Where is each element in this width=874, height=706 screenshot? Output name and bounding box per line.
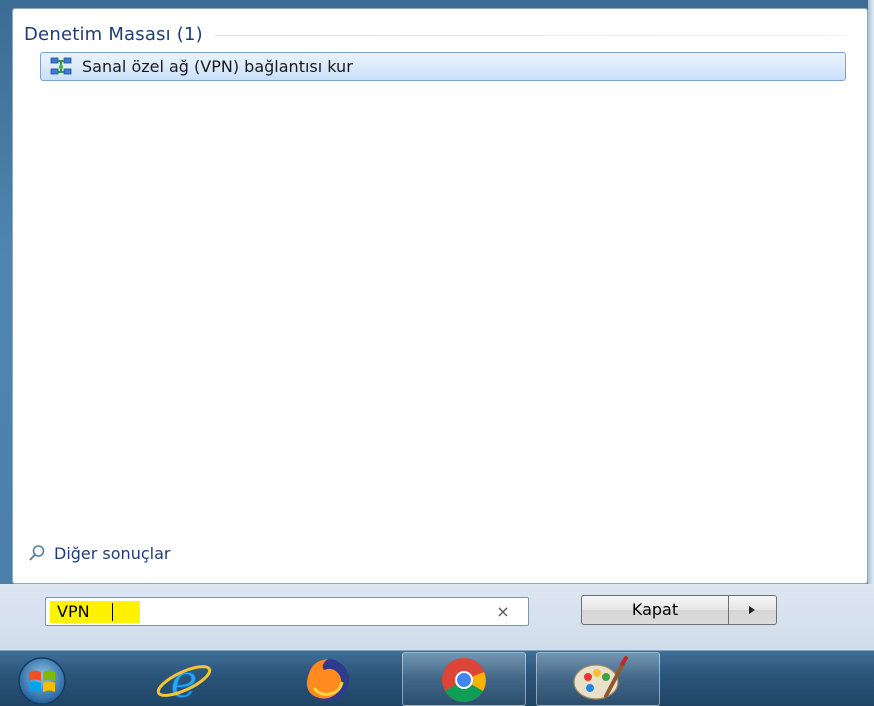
svg-text:e: e — [170, 654, 197, 706]
search-icon — [29, 545, 45, 561]
search-input-value: VPN — [57, 602, 90, 621]
group-title: Denetim Masası (1) — [24, 23, 203, 45]
paint-icon[interactable] — [566, 652, 630, 706]
chrome-icon[interactable] — [432, 652, 496, 706]
group-divider — [214, 35, 846, 36]
search-input[interactable]: VPN × — [45, 597, 529, 626]
network-connection-icon — [50, 57, 72, 74]
windows-orb-icon[interactable] — [10, 652, 74, 706]
clear-search-icon[interactable]: × — [494, 602, 512, 622]
more-results-link[interactable]: Diğer sonuçlar — [28, 542, 170, 564]
internet-explorer-icon[interactable]: e — [152, 652, 216, 706]
screen: Denetim Masası (1) Sanal özel ağ (VPN) b… — [0, 0, 874, 706]
shutdown-button[interactable]: Kapat — [581, 595, 729, 625]
search-results-pane — [12, 8, 868, 584]
firefox-icon[interactable] — [296, 652, 360, 706]
result-item-vpn-setup[interactable]: Sanal özel ağ (VPN) bağlantısı kur — [40, 52, 846, 81]
chevron-right-icon — [749, 606, 755, 614]
more-results-label: Diğer sonuçlar — [54, 543, 171, 563]
result-group-header: Denetim Masası (1) — [24, 22, 846, 46]
result-item-label: Sanal özel ağ (VPN) bağlantısı kur — [82, 57, 353, 76]
text-caret — [112, 603, 113, 621]
shutdown-options-button[interactable] — [729, 595, 777, 625]
